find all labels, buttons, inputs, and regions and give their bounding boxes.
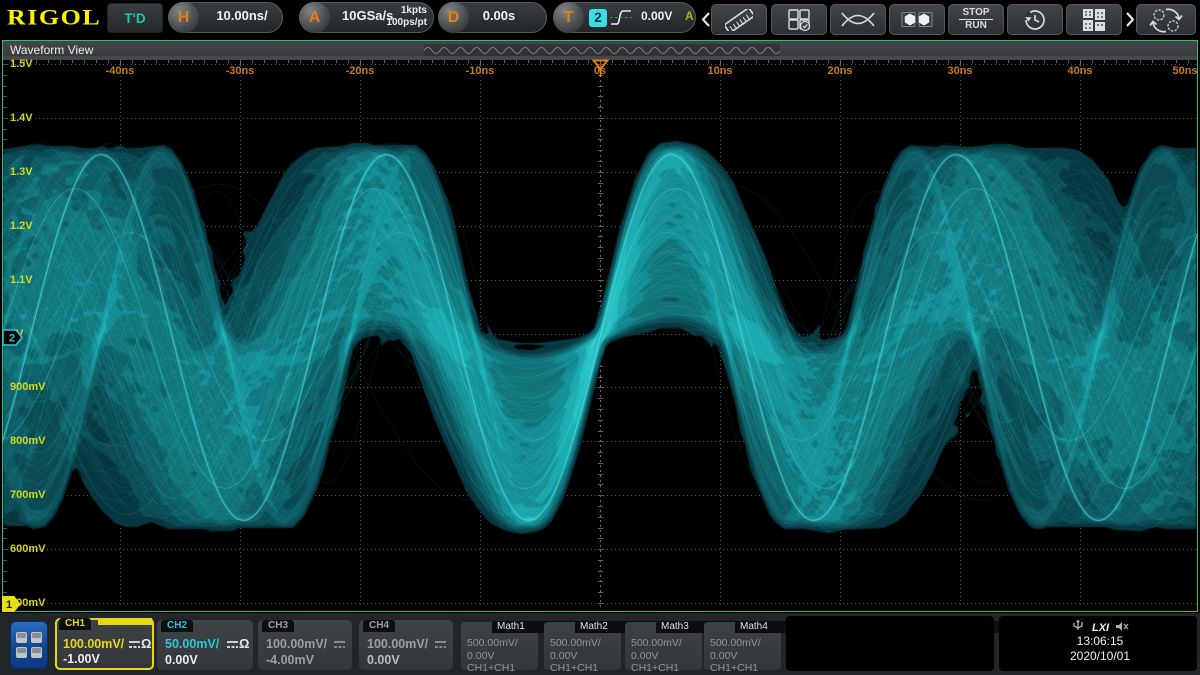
svg-text:LXI: LXI: [1092, 622, 1110, 633]
svg-text:2: 2: [9, 333, 15, 345]
svg-text:1: 1: [6, 599, 12, 611]
